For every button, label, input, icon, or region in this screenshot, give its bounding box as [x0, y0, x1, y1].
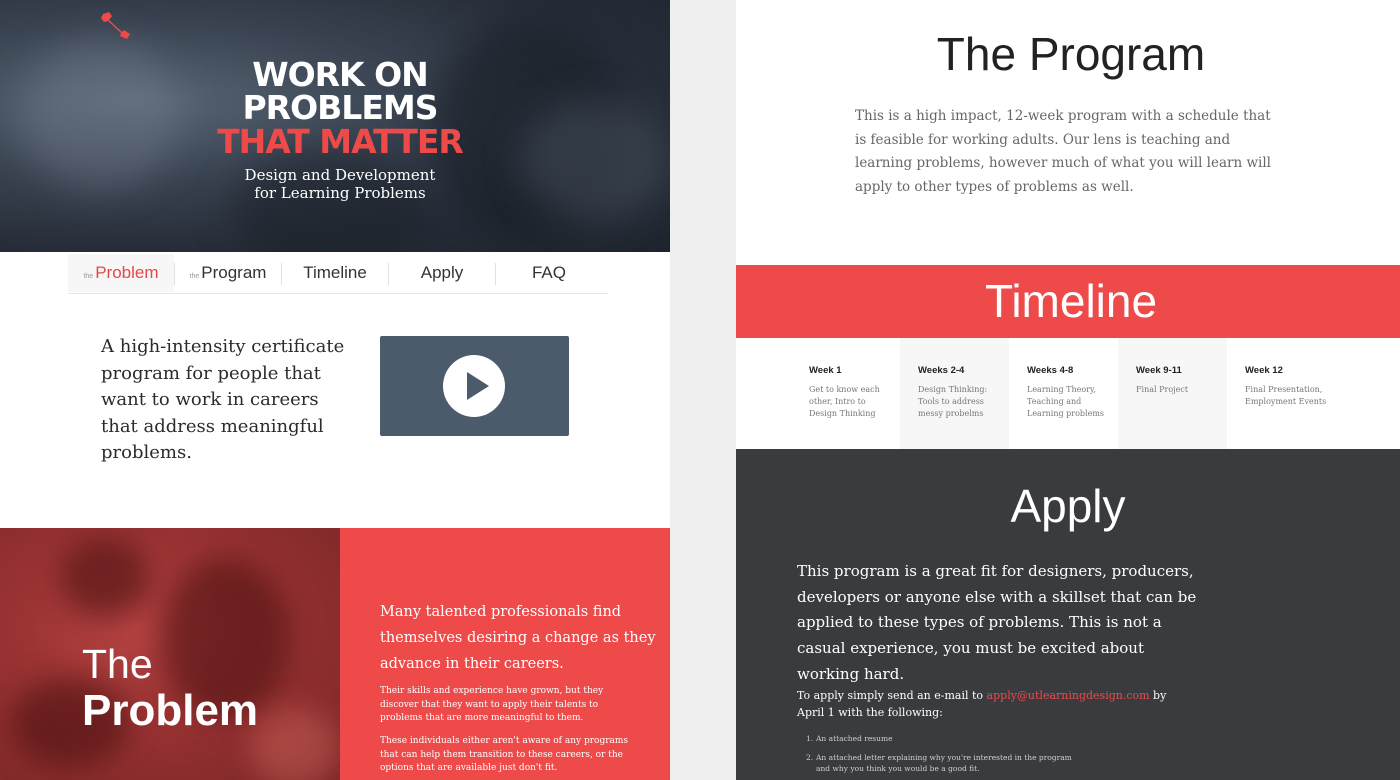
problem-title-bold: Problem [82, 686, 259, 735]
timeline-column: Week 9-11 Final Project [1118, 338, 1227, 449]
nav-item-prefix: the [189, 272, 200, 280]
problem-lead: Many talented professionals find themsel… [380, 604, 656, 672]
nav-item-label: Apply [420, 263, 464, 282]
apply-lead: This program is a great fit for designer… [797, 562, 1197, 683]
problem-section: Many talented professionals find themsel… [340, 528, 670, 780]
intro-text: A high-intensity certificate program for… [101, 336, 345, 463]
problem-title-light: The [82, 641, 153, 687]
list-item-text: An attached resume [816, 734, 893, 743]
timeline-column: Week 1 Get to know each other, Intro to … [791, 338, 900, 449]
hero-subtitle-line1: Design and Development [244, 166, 436, 184]
timeline-desc: Get to know each other, Intro to Design … [809, 385, 880, 418]
nav-item-problem[interactable]: the Problem [68, 254, 174, 292]
nav-item-apply[interactable]: Apply [389, 254, 495, 292]
program-body: This is a high impact, 12-week program w… [855, 108, 1271, 195]
timeline-grid: Week 1 Get to know each other, Intro to … [791, 338, 1336, 449]
list-item: 1. An attached resume [806, 733, 1076, 745]
hero-subtitle-line2: for Learning Problems [254, 184, 426, 202]
wrench-icon[interactable] [100, 10, 132, 40]
timeline-title: Timeline [984, 275, 1158, 327]
nav-item-faq[interactable]: FAQ [496, 254, 602, 292]
list-item-number: 1. [806, 734, 814, 743]
list-item-text: An attached letter explaining why you're… [816, 752, 1072, 774]
landing-page-left: WORK ON PROBLEMS THAT MATTER Design and … [0, 0, 670, 780]
nav-item-program[interactable]: the Program [175, 254, 281, 292]
apply-send-prefix: To apply simply send an e-mail to [797, 689, 987, 702]
apply-requirements-list: 1. An attached resume 2. An attached let… [806, 733, 1076, 780]
problem-photo [0, 528, 340, 780]
video-player[interactable] [380, 336, 569, 436]
hero-title-line3: THAT MATTER [217, 122, 464, 161]
timeline-week: Week 1 [809, 365, 842, 376]
list-item: 2. An attached letter explaining why you… [806, 752, 1076, 775]
nav-item-label: FAQ [531, 263, 566, 282]
program-title: The Program [936, 28, 1206, 80]
apply-section: Apply This program is a great fit for de… [736, 449, 1400, 780]
timeline-column: Weeks 4-8 Learning Theory, Teaching and … [1009, 338, 1118, 449]
timeline-week: Week 12 [1245, 365, 1283, 376]
timeline-column: Week 12 Final Presentation, Employment E… [1227, 338, 1336, 449]
timeline-column: Weeks 2-4 Design Thinking: Tools to addr… [900, 338, 1009, 449]
timeline-week: Week 9-11 [1136, 365, 1182, 376]
apply-instructions: To apply simply send an e-mail to apply@… [797, 687, 1177, 721]
timeline-desc: Final Project [1136, 385, 1189, 394]
timeline-week: Weeks 4-8 [1027, 365, 1074, 376]
nav-item-label: Problem [95, 263, 159, 282]
apply-title: Apply [1010, 480, 1126, 532]
apply-email-link[interactable]: apply@utlearningdesign.com [987, 689, 1150, 702]
nav-item-label: Program [201, 263, 267, 282]
timeline-week: Weeks 2-4 [918, 365, 965, 376]
main-nav: the Problem the Program Timeline Apply F… [68, 254, 608, 294]
hero-banner: WORK ON PROBLEMS THAT MATTER Design and … [0, 0, 670, 252]
timeline-desc: Final Presentation, Employment Events [1245, 385, 1327, 406]
timeline-desc: Learning Theory, Teaching and Learning p… [1027, 385, 1105, 418]
problem-paragraph-1: Their skills and experience have grown, … [380, 686, 604, 723]
timeline-header: Timeline [736, 265, 1400, 338]
list-item-number: 2. [806, 752, 814, 762]
timeline-desc: Design Thinking: Tools to address messy … [918, 385, 988, 418]
nav-item-timeline[interactable]: Timeline [282, 254, 388, 292]
nav-item-label: Timeline [303, 263, 367, 282]
problem-paragraph-2: These individuals either aren't aware of… [380, 736, 629, 773]
landing-page-right: The Program This is a high impact, 12-we… [736, 0, 1400, 780]
nav-item-prefix: the [83, 272, 94, 280]
play-icon[interactable] [443, 355, 505, 417]
